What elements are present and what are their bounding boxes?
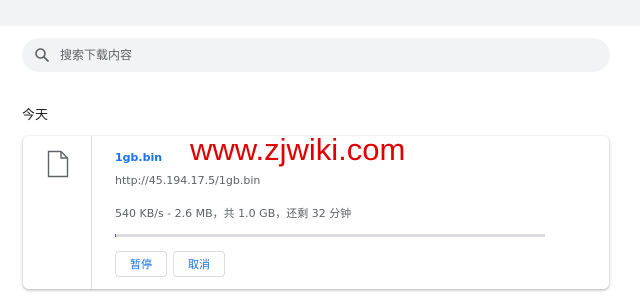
file-name-link[interactable]: 1gb.bin: [115, 151, 162, 164]
cancel-button[interactable]: 取消: [173, 251, 225, 277]
search-icon: [35, 48, 49, 62]
search-bar[interactable]: [22, 38, 610, 72]
date-section-heading: 今天: [22, 108, 49, 123]
top-toolbar: [0, 0, 640, 26]
watermark-text: www.zjwiki.com: [190, 132, 406, 167]
card-divider: [91, 136, 92, 289]
search-input[interactable]: [60, 38, 600, 72]
pause-button[interactable]: 暂停: [115, 251, 167, 277]
download-progress-fill: [115, 234, 117, 237]
file-url: http://45.194.17.5/1gb.bin: [115, 174, 261, 187]
download-progress-bar: [115, 234, 545, 237]
file-icon: [47, 150, 69, 178]
download-status-text: 540 KB/s - 2.6 MB，共 1.0 GB，还剩 32 分钟: [115, 207, 352, 220]
